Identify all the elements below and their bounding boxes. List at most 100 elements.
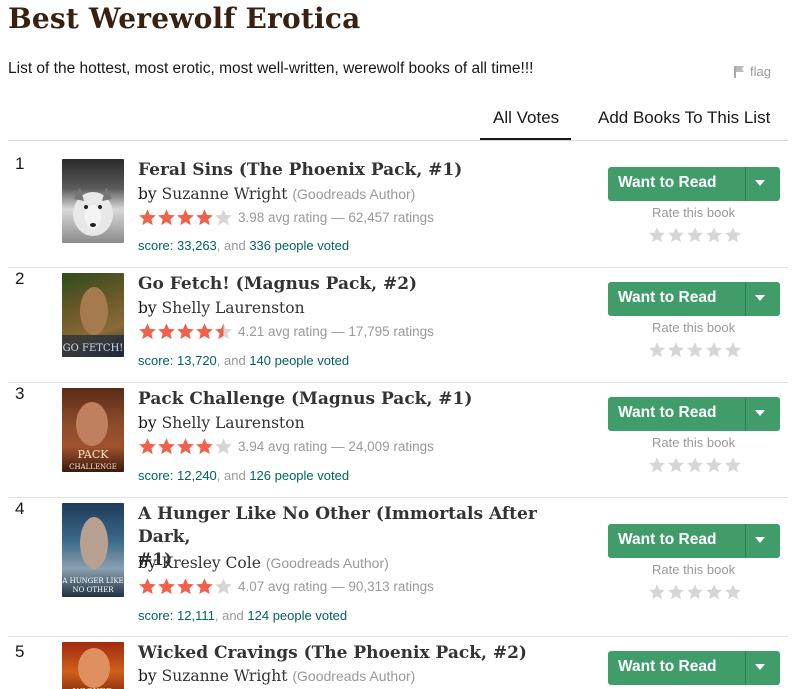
book-title[interactable]: Go Fetch! (Magnus Pack, #2) — [138, 273, 588, 296]
star-icon — [158, 438, 175, 455]
rate-this-book-label: Rate this book — [652, 562, 736, 577]
score-link[interactable]: score: 33,263 — [138, 238, 217, 253]
voters-link[interactable]: 140 people voted — [249, 353, 349, 368]
svg-text:PACK: PACK — [78, 448, 110, 461]
star-icon[interactable] — [724, 456, 742, 474]
voters-link[interactable]: 124 people voted — [247, 608, 347, 623]
voters-link[interactable]: 336 people voted — [249, 238, 349, 253]
rating-stars — [138, 322, 233, 341]
by-label: by — [138, 414, 157, 432]
star-icon[interactable] — [705, 341, 723, 359]
want-to-read-button[interactable]: Want to Read — [608, 167, 780, 201]
star-icon[interactable] — [667, 456, 685, 474]
star-icon[interactable] — [705, 583, 723, 601]
want-to-read-button[interactable]: Want to Read — [608, 397, 780, 431]
avg-rating: 3.94 avg rating — 24,009 ratings — [138, 437, 434, 456]
list-row: 1 Feral Sins (The Phoenix Pack, #1) by S… — [8, 152, 788, 268]
star-icon[interactable] — [648, 226, 666, 244]
book-cover[interactable]: PACK CHALLENGE — [62, 388, 124, 472]
rank-number: 3 — [15, 384, 25, 403]
rate-this-book-label: Rate this book — [652, 320, 736, 335]
star-icon[interactable] — [705, 226, 723, 244]
want-to-read-label: Want to Read — [618, 658, 717, 675]
star-icon[interactable] — [667, 583, 685, 601]
book-title[interactable]: Wicked Cravings (The Phoenix Pack, #2) — [138, 642, 588, 665]
author-link[interactable]: Shelly Laurenston — [162, 299, 305, 317]
user-rating-stars[interactable] — [648, 583, 742, 601]
book-byline: by Suzanne Wright (Goodreads Author) — [138, 185, 415, 203]
star-icon — [139, 209, 156, 226]
star-icon[interactable] — [686, 583, 704, 601]
want-to-read-button[interactable]: Want to Read — [608, 282, 780, 316]
star-icon — [139, 578, 156, 595]
book-cover[interactable]: GO FETCH! — [62, 273, 124, 357]
rating-text: 4.07 avg rating — 90,313 ratings — [238, 579, 434, 594]
by-label: by — [138, 185, 157, 203]
voters-link[interactable]: 126 people voted — [249, 468, 349, 483]
button-divider — [745, 167, 746, 201]
star-icon — [139, 323, 156, 340]
score-link[interactable]: score: 13,720 — [138, 353, 217, 368]
star-icon — [196, 578, 213, 595]
star-icon[interactable] — [648, 456, 666, 474]
star-icon[interactable] — [686, 456, 704, 474]
book-cover[interactable]: A HUNGER LIKE NO OTHER — [62, 503, 124, 597]
star-icon[interactable] — [724, 226, 742, 244]
chevron-down-icon[interactable] — [755, 664, 765, 670]
author-link[interactable]: Suzanne Wright — [162, 185, 288, 203]
star-icon[interactable] — [724, 583, 742, 601]
list-row: 4 A HUNGER LIKE NO OTHER A Hunger Like No… — [8, 497, 788, 637]
score-separator: , and — [216, 468, 250, 483]
author-link[interactable]: Kresley Cole — [162, 554, 261, 572]
star-icon[interactable] — [686, 226, 704, 244]
tab-add-books[interactable]: Add Books To This List — [598, 108, 770, 128]
score-link[interactable]: score: 12,240 — [138, 468, 217, 483]
rating-text: 3.94 avg rating — 24,009 ratings — [238, 439, 434, 454]
book-cover[interactable]: WICKED — [62, 642, 124, 689]
tab-all-votes[interactable]: All Votes — [479, 108, 572, 140]
rank-number: 4 — [15, 499, 25, 518]
star-icon[interactable] — [705, 456, 723, 474]
author-link[interactable]: Suzanne Wright — [162, 667, 288, 685]
rate-this-book-label: Rate this book — [652, 435, 736, 450]
user-rating-stars[interactable] — [648, 226, 742, 244]
author-link[interactable]: Shelly Laurenston — [162, 414, 305, 432]
chevron-down-icon[interactable] — [755, 295, 765, 301]
star-icon[interactable] — [648, 583, 666, 601]
want-to-read-button[interactable]: Want to Read — [608, 651, 780, 685]
star-icon[interactable] — [648, 341, 666, 359]
score-line: score: 12,111, and 124 people voted — [138, 608, 347, 623]
by-label: by — [138, 667, 157, 685]
list-description: List of the hottest, most erotic, most w… — [8, 60, 534, 77]
by-label: by — [138, 299, 157, 317]
star-icon[interactable] — [667, 226, 685, 244]
score-separator: , and — [216, 238, 250, 253]
chevron-down-icon[interactable] — [755, 537, 765, 543]
star-icon[interactable] — [667, 341, 685, 359]
rating-text: 3.98 avg rating — 62,457 ratings — [238, 210, 434, 225]
want-to-read-label: Want to Read — [618, 531, 717, 548]
rating-text: 4.21 avg rating — 17,795 ratings — [238, 324, 434, 339]
chevron-down-icon[interactable] — [755, 410, 765, 416]
book-title[interactable]: Feral Sins (The Phoenix Pack, #1) — [138, 159, 588, 182]
rank-number: 2 — [15, 269, 25, 288]
want-to-read-button[interactable]: Want to Read — [608, 524, 780, 558]
chevron-down-icon[interactable] — [755, 180, 765, 186]
star-icon[interactable] — [724, 341, 742, 359]
book-title[interactable]: Pack Challenge (Magnus Pack, #1) — [138, 388, 588, 411]
by-label: by — [138, 554, 157, 572]
user-rating-stars[interactable] — [648, 456, 742, 474]
score-link[interactable]: score: 12,111 — [138, 608, 215, 623]
user-rating-stars[interactable] — [648, 341, 742, 359]
star-icon — [196, 323, 213, 340]
book-byline: by Suzanne Wright (Goodreads Author) — [138, 667, 415, 685]
book-cover[interactable] — [62, 159, 124, 243]
flag-link[interactable]: flag — [733, 64, 771, 79]
star-icon[interactable] — [686, 341, 704, 359]
rating-stars — [138, 437, 233, 456]
star-icon — [196, 209, 213, 226]
star-icon — [177, 578, 194, 595]
book-title-line1: A Hunger Like No Other (Immortals After … — [138, 504, 537, 547]
goodreads-author-tag: (Goodreads Author) — [292, 186, 416, 202]
star-icon — [158, 323, 175, 340]
